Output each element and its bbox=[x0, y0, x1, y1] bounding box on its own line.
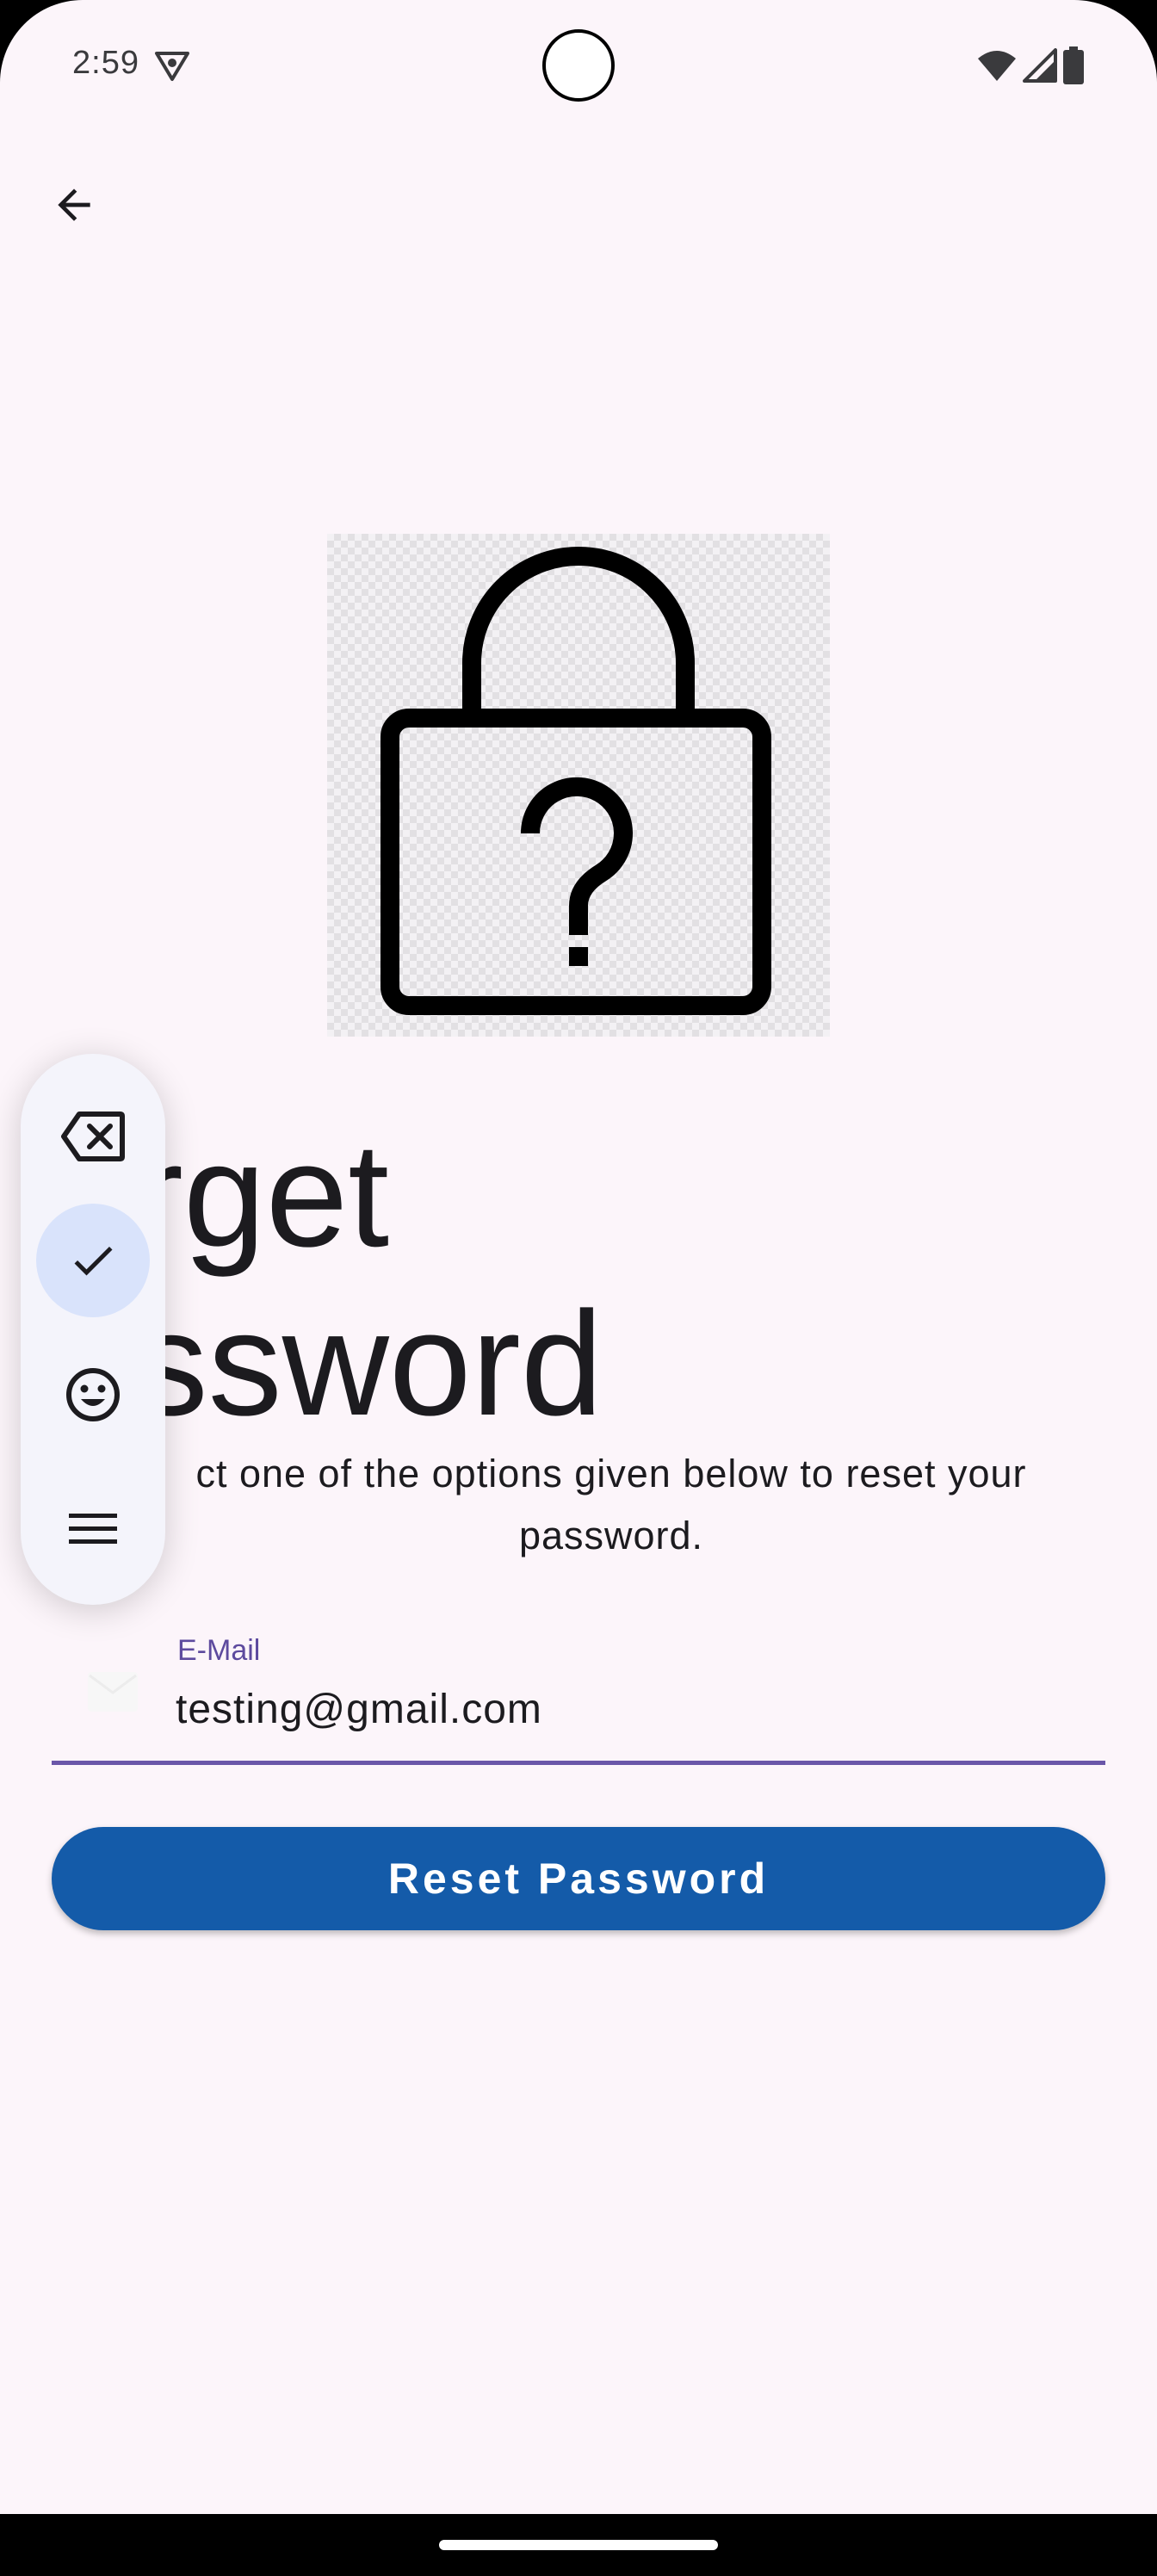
menu-button[interactable] bbox=[36, 1472, 150, 1586]
vpn-key-icon bbox=[155, 52, 189, 81]
back-button[interactable] bbox=[38, 169, 110, 241]
menu-icon bbox=[69, 1514, 117, 1544]
status-icons bbox=[976, 46, 1085, 84]
battery-icon bbox=[1063, 46, 1084, 84]
hero-image bbox=[327, 534, 830, 1037]
check-icon bbox=[74, 1246, 113, 1276]
status-time: 2:59 bbox=[72, 45, 139, 81]
email-field[interactable]: E-Mail bbox=[52, 1627, 1105, 1765]
wifi-icon bbox=[978, 51, 1016, 81]
backspace-icon bbox=[61, 1112, 125, 1161]
backspace-button[interactable] bbox=[36, 1080, 150, 1193]
cell-signal-icon bbox=[1023, 48, 1057, 83]
reset-password-button[interactable]: Reset Password bbox=[52, 1827, 1105, 1930]
emoji-button[interactable] bbox=[36, 1338, 150, 1452]
home-gesture-handle[interactable] bbox=[439, 2540, 718, 2550]
email-input[interactable] bbox=[176, 1679, 1088, 1739]
emoji-icon bbox=[66, 1368, 120, 1421]
confirm-button[interactable] bbox=[36, 1204, 150, 1317]
floating-toolbar bbox=[21, 1054, 165, 1605]
email-field-label: E-Mail bbox=[177, 1634, 261, 1667]
email-field-underline bbox=[52, 1761, 1105, 1765]
arrow-back-icon bbox=[58, 189, 90, 221]
mail-icon bbox=[88, 1672, 138, 1712]
lock-question-icon bbox=[381, 547, 771, 1015]
app-screen: 2:59 orget assword ct one of the options… bbox=[0, 0, 1157, 2514]
camera-cutout bbox=[542, 29, 615, 102]
page-subtitle: ct one of the options given below to res… bbox=[195, 1452, 1027, 1557]
